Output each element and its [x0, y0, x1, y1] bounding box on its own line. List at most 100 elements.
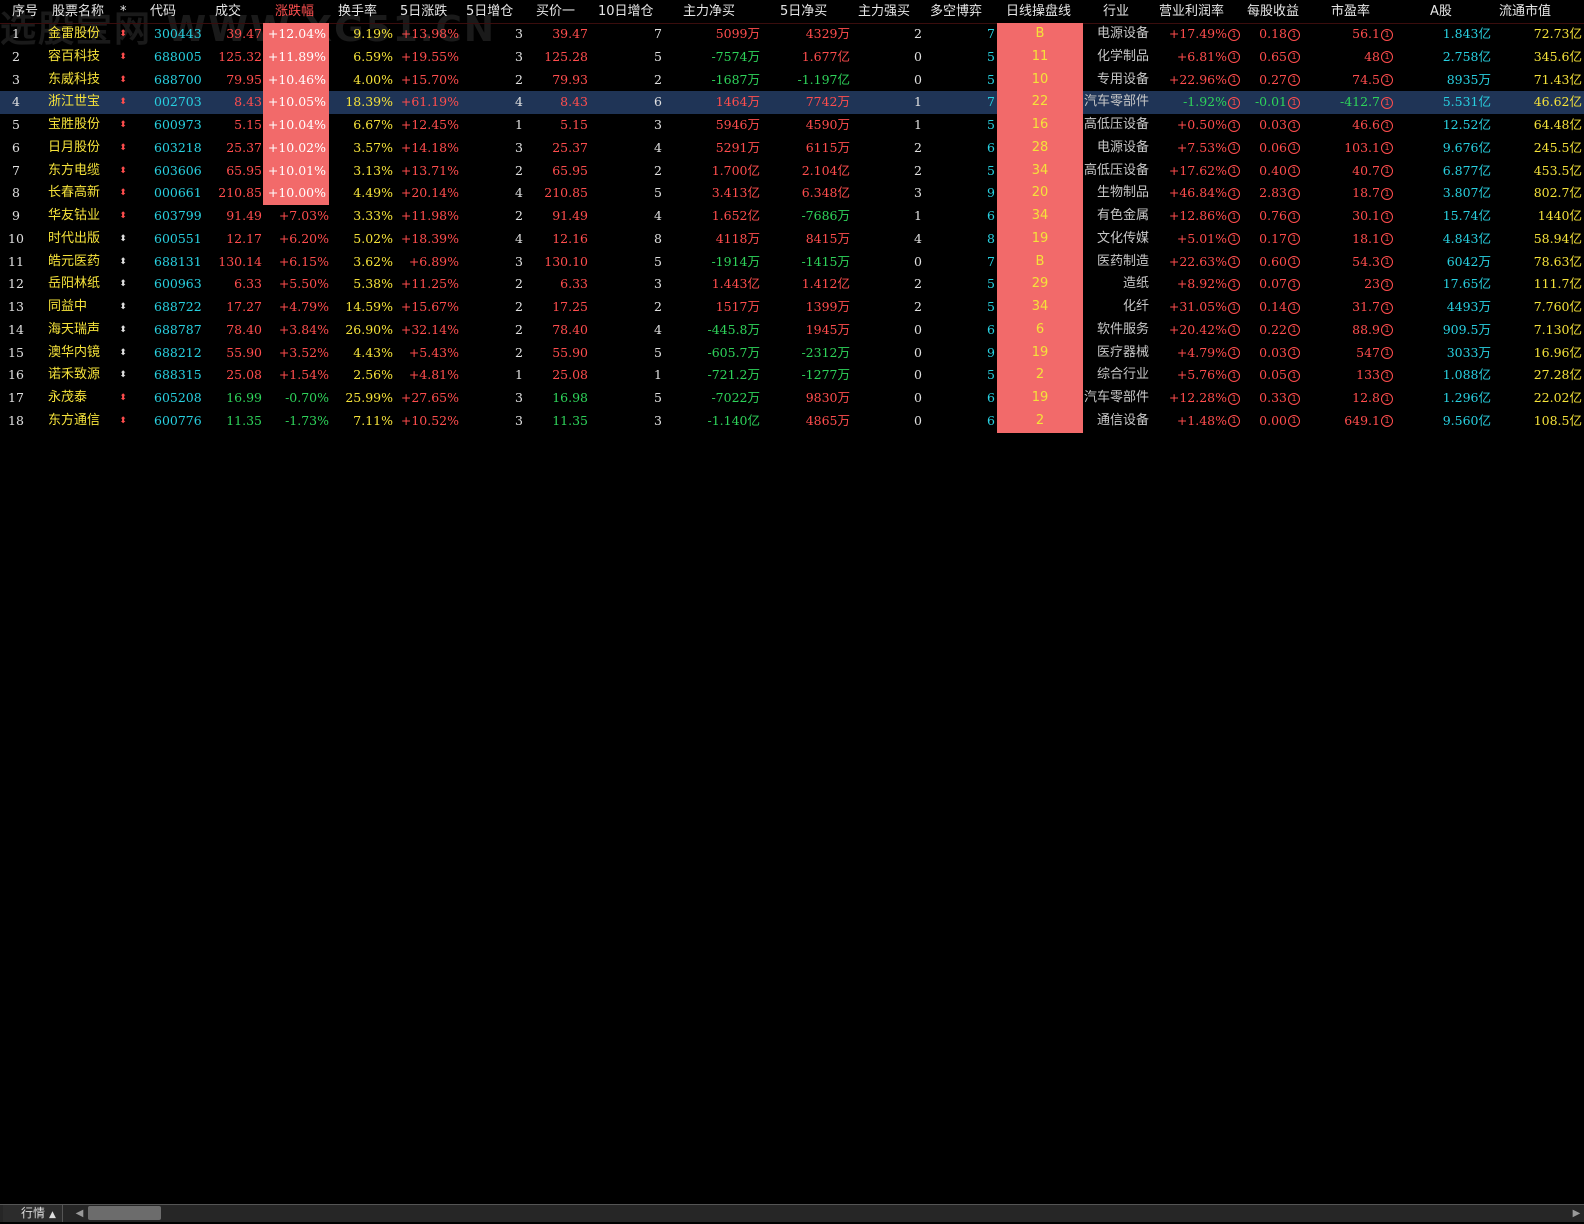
- cell-chg5: +13.98%: [400, 26, 459, 41]
- cell-pe-value: 74.5: [1352, 71, 1380, 87]
- cell-margin: +46.84% 1: [1150, 182, 1240, 205]
- cell-industry: 通信设备: [1096, 412, 1149, 428]
- cell-bid1: 12.16: [552, 230, 588, 246]
- column-header-chg[interactable]: 涨跌幅: [275, 0, 314, 23]
- column-header-turnover[interactable]: 换手率: [338, 0, 377, 23]
- table-row[interactable]: 10 时代出版 ⬍ 600551 12.17 +6.20% 5.02% +18.39% 4 12.…: [0, 227, 1584, 251]
- column-header-mcap[interactable]: 流通市值: [1499, 0, 1551, 23]
- column-header-daily[interactable]: 日线操盘线: [1006, 0, 1071, 23]
- horizontal-scrollbar-thumb[interactable]: [88, 1206, 161, 1220]
- cell-price: 39.47: [226, 26, 262, 41]
- column-header-bid1[interactable]: 买价一: [536, 0, 575, 23]
- cell-bid1: 55.90: [552, 344, 588, 360]
- column-header-inc10[interactable]: 10日增仓: [598, 0, 654, 23]
- column-header-inc5[interactable]: 5日增仓: [466, 0, 513, 23]
- column-header-name[interactable]: 股票名称: [52, 0, 104, 23]
- table-row[interactable]: 3 东威科技 ⬍ 688700 79.95 +10.46% 4.00% +15.70% 2 79.…: [0, 68, 1584, 92]
- column-header-chg5[interactable]: 5日涨跌: [400, 0, 447, 23]
- cell-inc10: 5: [654, 48, 662, 64]
- cell-bid1: 79.93: [552, 71, 588, 87]
- cell-chg: +3.52%: [278, 344, 329, 360]
- cell-turnover: 5.02%: [353, 230, 393, 246]
- column-header-eps[interactable]: 每股收益: [1247, 0, 1299, 23]
- column-header-seq[interactable]: 序号: [12, 0, 38, 23]
- table-row[interactable]: 16 诺禾致源 ⬍ 688315 25.08 +1.54% 2.56% +4.81% 1 25.0…: [0, 364, 1584, 387]
- cell-margin: +20.42% 1: [1150, 319, 1240, 342]
- cell-ashare: 1.088亿: [1442, 367, 1491, 383]
- cell-industry: 电源设备: [1096, 26, 1149, 41]
- column-header-strong[interactable]: 主力强买: [858, 0, 910, 23]
- table-row[interactable]: 13 同益中 ⬍ 688722 17.27 +4.79% 14.59% +15.67% 2 17.…: [0, 296, 1584, 319]
- column-header-margin[interactable]: 营业利润率: [1159, 0, 1224, 23]
- scroll-left-icon[interactable]: ◀: [74, 1207, 85, 1220]
- cell-chg: -1.73%: [285, 412, 329, 428]
- market-tab[interactable]: 行情 ▲: [3, 1205, 63, 1222]
- cell-game: 6: [987, 390, 995, 405]
- cell-inc5: 2: [515, 321, 523, 337]
- cell-margin-value: +7.53%: [1176, 139, 1227, 155]
- table-row[interactable]: 11 皓元医药 ⬍ 688131 130.14 +6.15% 3.62% +6.89% 3 130…: [0, 250, 1584, 274]
- cell-pe: 30.1 1: [1310, 205, 1393, 228]
- cell-netbuy5: 6115万: [805, 139, 850, 155]
- column-header-game[interactable]: 多空博弈: [930, 0, 982, 23]
- cell-mcap: 1440亿: [1537, 208, 1582, 223]
- cell-industry: 生物制品: [1096, 185, 1149, 201]
- sort-updown-icon: ⬍: [119, 211, 127, 221]
- circled-1-icon: 1: [1288, 278, 1300, 291]
- cell-industry: 综合行业: [1096, 367, 1149, 383]
- cell-inc5: 3: [515, 253, 523, 269]
- cell-eps: 0.65 1: [1245, 46, 1300, 69]
- cell-chg: +10.04%: [263, 114, 329, 137]
- table-row[interactable]: 8 长春高新 ⬍ 000661 210.85 +10.00% 4.49% +20.14% 4 21…: [0, 182, 1584, 205]
- circled-1-icon: 1: [1228, 210, 1240, 223]
- cell-ashare: 3.807亿: [1442, 185, 1491, 201]
- cell-industry: 电源设备: [1096, 139, 1149, 155]
- table-row[interactable]: 5 宝胜股份 ⬍ 600973 5.15 +10.04% 6.67% +12.45% 1 5.15…: [0, 114, 1584, 137]
- cell-inc10: 2: [654, 71, 662, 87]
- cell-margin: +22.63% 1: [1150, 251, 1240, 274]
- column-header-pe[interactable]: 市盈率: [1331, 0, 1370, 23]
- cell-pe-value: 31.7: [1352, 299, 1380, 314]
- table-row[interactable]: 9 华友钴业 ⬍ 603799 91.49 +7.03% 3.33% +11.98% 2 91.4…: [0, 205, 1584, 228]
- cell-eps: 0.03 1: [1245, 114, 1300, 137]
- cell-ashare: 4.843亿: [1442, 230, 1491, 246]
- column-header-industry[interactable]: 行业: [1103, 0, 1129, 23]
- column-header-netbuy[interactable]: 主力净买: [683, 0, 735, 23]
- cell-ashare: 5.531亿: [1442, 94, 1491, 110]
- cell-turnover: 18.39%: [345, 94, 393, 110]
- cell-bid1: 130.10: [544, 253, 588, 269]
- table-row[interactable]: 4 浙江世宝 ⬍ 002703 8.43 +10.05% 18.39% +61.19% 4 8.4…: [0, 91, 1584, 114]
- cell-margin-value: -1.92%: [1183, 94, 1227, 110]
- cell-ashare: 909.5万: [1442, 321, 1491, 337]
- cell-game: 7: [987, 94, 995, 110]
- cell-bid1: 65.95: [552, 162, 588, 178]
- cell-netbuy5: -1.197亿: [797, 71, 850, 87]
- table-row[interactable]: 6 日月股份 ⬍ 603218 25.37 +10.02% 3.57% +14.18% 3 25.…: [0, 136, 1584, 160]
- cell-margin: +1.48% 1: [1150, 410, 1240, 433]
- column-header-ashare[interactable]: A股: [1430, 0, 1452, 23]
- table-row[interactable]: 12 岳阳林纸 ⬍ 600963 6.33 +5.50% 5.38% +11.25% 2 6.33…: [0, 273, 1584, 296]
- column-header-code[interactable]: 代码: [150, 0, 176, 23]
- column-header-star[interactable]: *: [120, 0, 127, 23]
- table-row[interactable]: 14 海天瑞声 ⬍ 688787 78.40 +3.84% 26.90% +32.14% 2 78…: [0, 318, 1584, 342]
- table-row[interactable]: 17 永茂泰 ⬍ 605208 16.99 -0.70% 25.99% +27.65% 3 16.…: [0, 387, 1584, 410]
- cell-margin: +31.05% 1: [1150, 296, 1240, 319]
- cell-netbuy: 5099万: [715, 26, 760, 41]
- cell-name: 同益中: [48, 299, 88, 314]
- table-row[interactable]: 1 金雷股份 ⬍ 300443 39.47 +12.04% 9.19% +13.98% 3 39.…: [0, 23, 1584, 46]
- table-row[interactable]: 7 东方电缆 ⬍ 603606 65.95 +10.01% 3.13% +13.71% 2 65.…: [0, 159, 1584, 183]
- cell-price: 11.35: [226, 412, 262, 428]
- cell-game: 6: [987, 412, 995, 428]
- scroll-right-icon[interactable]: ▶: [1571, 1207, 1582, 1220]
- cell-pe-value: 46.6: [1352, 117, 1380, 132]
- cell-name: 东方电缆: [48, 162, 101, 178]
- cell-seq: 5: [12, 117, 20, 132]
- column-header-netbuy5[interactable]: 5日净买: [780, 0, 827, 23]
- cell-name: 华友钴业: [48, 208, 101, 223]
- table-row[interactable]: 15 澳华内镜 ⬍ 688212 55.90 +3.52% 4.43% +5.43% 2 55.9…: [0, 341, 1584, 365]
- table-row[interactable]: 2 容百科技 ⬍ 688005 125.32 +11.89% 6.59% +19.55% 3 12…: [0, 45, 1584, 69]
- table-row[interactable]: 18 东方通信 ⬍ 600776 11.35 -1.73% 7.11% +10.52% 3 11.…: [0, 409, 1584, 433]
- cell-bid1: 25.08: [552, 367, 588, 383]
- cell-inc5: 1: [515, 367, 523, 383]
- column-header-price[interactable]: 成交: [215, 0, 241, 23]
